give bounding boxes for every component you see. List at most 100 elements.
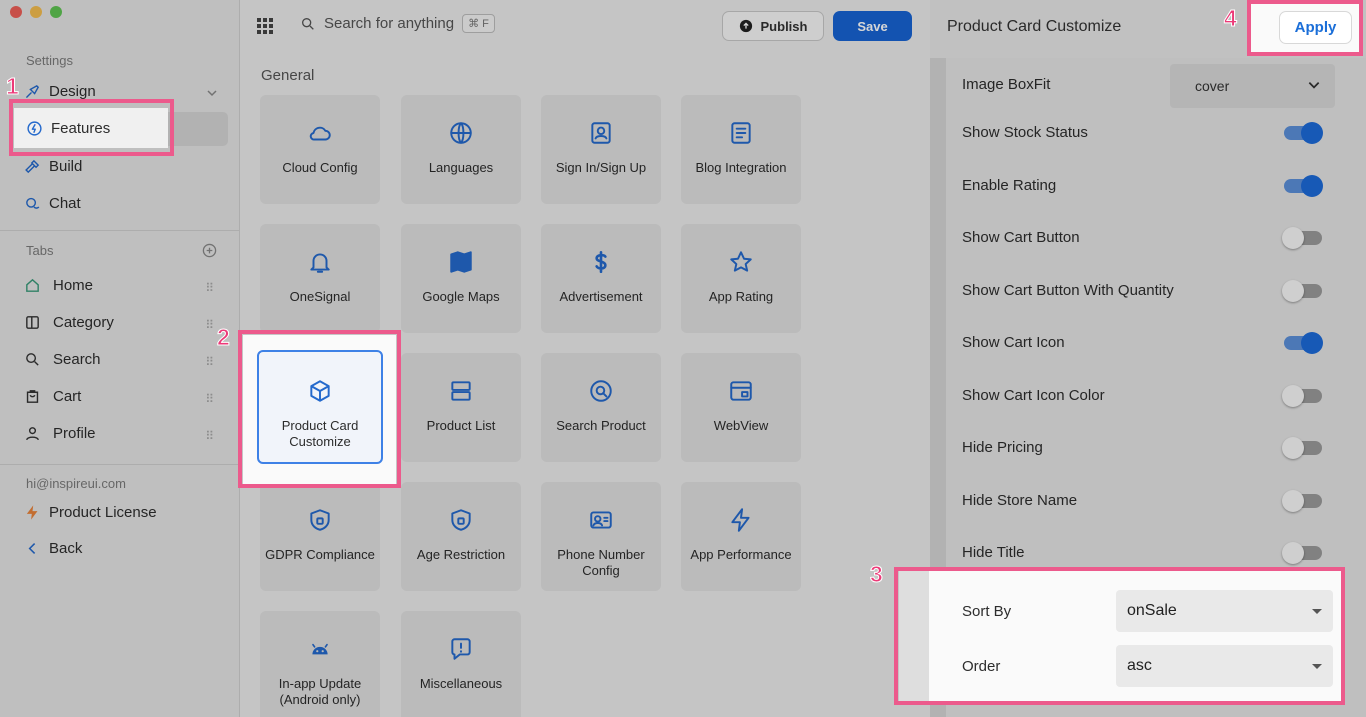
sidebar-tab-home[interactable]: Home: [24, 277, 93, 294]
feature-card-search-product[interactable]: Search Product: [541, 353, 661, 462]
panel-title: Product Card Customize: [947, 18, 1122, 35]
lightning-icon: [731, 508, 750, 532]
sidebar-item-label: Design: [49, 83, 96, 100]
sidebar-item-design[interactable]: Design: [24, 83, 96, 100]
feature-card-label: OneSignal: [289, 289, 351, 304]
back-label: Back: [49, 540, 83, 557]
toggle-show-cart-icon[interactable]: [1284, 332, 1323, 354]
feature-card-label: Phone Number Config: [557, 547, 645, 578]
feature-card-blog-integration[interactable]: Blog Integration: [681, 95, 801, 204]
drag-handle-icon[interactable]: ⠿: [205, 281, 214, 295]
maximize-window-button[interactable]: [50, 6, 62, 18]
feature-card-label: App Performance: [690, 547, 792, 562]
image-boxfit-value: cover: [1195, 78, 1230, 94]
toggle-label-show-cart-icon: Show Cart Icon: [962, 334, 1065, 351]
search-placeholder: Search for anything: [324, 15, 455, 32]
sidebar-tab-label: Category: [53, 314, 114, 331]
toggle-hide-store-name[interactable]: [1282, 490, 1322, 512]
feature-card-onesignal[interactable]: OneSignal: [260, 224, 380, 333]
search-shortcut: ⌘ F: [462, 14, 495, 33]
contact-card-icon: [590, 511, 612, 529]
add-tab-icon[interactable]: [202, 243, 217, 258]
user-email: hi@inspireui.com: [26, 476, 126, 491]
toggle-hide-pricing[interactable]: [1282, 437, 1322, 459]
feature-card-in-app-update[interactable]: In-app Update (Android only): [260, 611, 380, 717]
feature-card-app-rating[interactable]: App Rating: [681, 224, 801, 333]
toggle-hide-title[interactable]: [1282, 542, 1322, 564]
search-bar[interactable]: Search for anything ⌘ F: [300, 14, 495, 33]
feature-card-languages[interactable]: Languages: [401, 95, 521, 204]
id-card-icon: [591, 122, 611, 144]
product-license-link[interactable]: Product License: [24, 504, 157, 521]
back-link[interactable]: Back: [24, 540, 82, 557]
feature-card-product-list[interactable]: Product List: [401, 353, 521, 462]
close-window-button[interactable]: [10, 6, 22, 18]
image-boxfit-label: Image BoxFit: [962, 76, 1051, 93]
toggle-label-hide-store-name: Hide Store Name: [962, 492, 1078, 509]
category-icon: [26, 316, 39, 329]
feature-card-gdpr[interactable]: GDPR Compliance: [260, 482, 380, 591]
divider: [0, 230, 240, 231]
feature-card-cloud-config[interactable]: Cloud Config: [260, 95, 380, 204]
minimize-window-button[interactable]: [30, 6, 42, 18]
product-license-label: Product License: [49, 504, 157, 521]
publish-button[interactable]: Publish: [722, 11, 824, 41]
map-icon: [450, 251, 472, 273]
feature-card-sign-in[interactable]: Sign In/Sign Up: [541, 95, 661, 204]
divider: [0, 464, 240, 465]
settings-section-title: Settings: [26, 53, 73, 68]
toggle-show-cart-button-with-quantity[interactable]: [1282, 280, 1322, 302]
upload-circle-icon: [739, 19, 752, 33]
drag-handle-icon[interactable]: ⠿: [205, 318, 214, 332]
feature-card-google-maps[interactable]: Google Maps: [401, 224, 521, 333]
feature-card-label: Google Maps: [422, 289, 500, 304]
brush-icon: [26, 84, 40, 98]
chevron-down-icon[interactable]: [206, 87, 218, 99]
toggle-enable-rating[interactable]: [1284, 175, 1323, 197]
lightning-icon: [26, 505, 38, 520]
list-icon: [451, 381, 471, 401]
globe-icon: [450, 122, 472, 144]
drag-handle-icon[interactable]: ⠿: [205, 392, 214, 406]
feature-card-label: App Rating: [708, 289, 774, 304]
feature-card-webview[interactable]: WebView: [681, 353, 801, 462]
feature-card-advertisement[interactable]: Advertisement: [541, 224, 661, 333]
feature-card-phone-number-config[interactable]: Phone Number Config: [541, 482, 661, 591]
star-icon: [730, 251, 752, 272]
drag-handle-icon[interactable]: ⠿: [205, 429, 214, 443]
callout-4-frame: [1247, 0, 1363, 56]
shield-lock-icon: [451, 509, 471, 531]
article-icon: [731, 122, 751, 144]
search-circle-icon: [590, 380, 612, 402]
sidebar-tab-category[interactable]: Category: [24, 314, 114, 331]
toggle-label-enable-rating: Enable Rating: [962, 177, 1057, 194]
chevron-left-icon: [28, 542, 36, 555]
app-grid-icon[interactable]: [257, 18, 273, 34]
callout-3-number: 3: [870, 561, 884, 588]
callout-1-frame: [9, 99, 174, 156]
feature-card-miscellaneous[interactable]: Miscellaneous: [401, 611, 521, 717]
callout-1-number: 1: [6, 73, 20, 100]
browser-icon: [730, 381, 752, 401]
sidebar-tab-search[interactable]: Search: [24, 351, 101, 368]
search-icon: [26, 353, 39, 366]
tabs-section-title: Tabs: [26, 243, 54, 258]
sidebar-tab-cart[interactable]: Cart: [24, 388, 81, 405]
sidebar-item-chat[interactable]: Chat: [24, 195, 81, 212]
feature-card-age-restriction[interactable]: Age Restriction: [401, 482, 521, 591]
save-button[interactable]: Save: [833, 11, 912, 41]
feature-card-label: In-app Update (Android only): [278, 676, 362, 707]
toggle-show-cart-button[interactable]: [1282, 227, 1322, 249]
feature-card-app-performance[interactable]: App Performance: [681, 482, 801, 591]
drag-handle-icon[interactable]: ⠿: [205, 355, 214, 369]
feature-card-label: GDPR Compliance: [265, 547, 375, 562]
toggle-show-stock-status[interactable]: [1284, 122, 1323, 144]
toggle-show-cart-icon-color[interactable]: [1282, 385, 1322, 407]
feature-card-label: Advertisement: [559, 289, 643, 304]
toggle-label-show-cart-button: Show Cart Button: [962, 229, 1080, 246]
home-icon: [26, 278, 39, 292]
cloud-icon: [309, 126, 331, 141]
sidebar-tab-profile[interactable]: Profile: [24, 425, 96, 442]
image-boxfit-select[interactable]: cover: [1170, 64, 1335, 108]
sidebar-item-build[interactable]: Build: [24, 158, 82, 175]
